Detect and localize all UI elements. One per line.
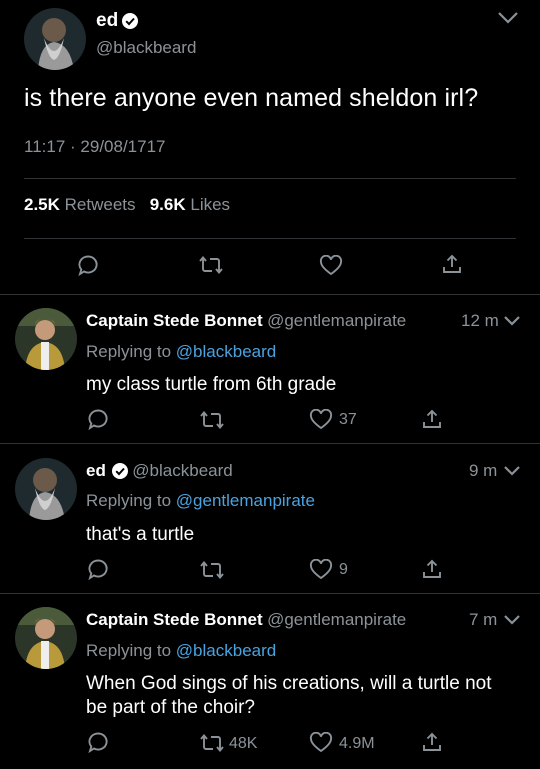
tweet-text: is there anyone even named sheldon irl? (24, 84, 479, 112)
chevron-down-icon[interactable] (503, 613, 521, 627)
retweets-count: 2.5K (24, 195, 60, 214)
retweet-count: 48K (229, 735, 258, 752)
replying-prefix: Replying to (86, 491, 172, 510)
retweets-stat[interactable]: 2.5K Retweets (24, 195, 136, 214)
retweet-icon[interactable] (198, 255, 224, 275)
reply-text: my class turtle from 6th grade (86, 374, 337, 395)
like-count: 37 (339, 411, 357, 428)
chevron-down-icon[interactable] (496, 10, 520, 26)
reply-author-name[interactable]: ed (86, 461, 106, 480)
likes-count: 9.6K (149, 195, 186, 214)
tweet-timestamp[interactable]: 11:17 · 29/08/1717 (24, 137, 166, 157)
share-icon[interactable] (441, 253, 463, 275)
reply-header: Captain Stede Bonnet @gentlemanpirate (86, 311, 406, 331)
reply-author-handle[interactable]: @gentlemanpirate (267, 610, 406, 629)
reply-icon[interactable] (87, 558, 109, 580)
retweet-icon[interactable] (199, 410, 225, 430)
share-icon[interactable] (421, 408, 443, 430)
reply-icon[interactable] (77, 254, 99, 276)
tweet-date: 29/08/1717 (80, 137, 166, 156)
engagement-stats: 2.5K Retweets 9.6K Likes (24, 195, 230, 215)
like-icon[interactable] (309, 559, 333, 580)
share-icon[interactable] (421, 558, 443, 580)
retweet-icon[interactable] (199, 560, 225, 580)
replying-to: Replying to @blackbeard (86, 641, 276, 661)
like-count: 4.9M (339, 735, 375, 752)
avatar-blackbeard[interactable] (24, 8, 86, 70)
reply-header: Captain Stede Bonnet @gentlemanpirate (86, 610, 406, 630)
reply-author-name[interactable]: Captain Stede Bonnet (86, 610, 263, 629)
reply-header: ed @blackbeard (86, 461, 233, 484)
divider (24, 238, 516, 239)
author-name[interactable]: ed (96, 10, 118, 31)
replying-to-link[interactable]: @gentlemanpirate (176, 491, 315, 510)
author-handle[interactable]: @blackbeard (96, 38, 196, 58)
like-icon[interactable] (309, 409, 333, 430)
meta-separator: · (70, 137, 76, 156)
reply-author-name[interactable]: Captain Stede Bonnet (86, 311, 263, 330)
divider (24, 178, 516, 179)
share-icon[interactable] (421, 731, 443, 753)
reply-time: 12 m (461, 311, 499, 330)
avatar-blackbeard[interactable] (15, 458, 77, 520)
replying-to: Replying to @gentlemanpirate (86, 491, 315, 511)
avatar-gentlemanpirate[interactable] (15, 607, 77, 669)
author-row: ed (96, 10, 139, 34)
retweet-icon[interactable] (199, 733, 225, 753)
avatar-gentlemanpirate[interactable] (15, 308, 77, 370)
reply-text: When God sings of his creations, will a … (86, 673, 492, 718)
divider (0, 443, 540, 444)
retweets-label: Retweets (64, 195, 136, 214)
like-icon[interactable] (309, 732, 333, 753)
like-count: 9 (339, 561, 348, 578)
reply-icon[interactable] (87, 408, 109, 430)
replying-to-link[interactable]: @blackbeard (176, 342, 276, 361)
reply-text: that's a turtle (86, 524, 195, 545)
chevron-down-icon[interactable] (503, 314, 521, 328)
tweet-time: 11:17 (24, 137, 66, 156)
verified-badge-icon (111, 463, 128, 484)
like-icon[interactable] (319, 255, 343, 276)
divider (0, 294, 540, 295)
likes-stat[interactable]: 9.6K Likes (150, 195, 230, 214)
chevron-down-icon[interactable] (503, 464, 521, 478)
replying-prefix: Replying to (86, 641, 172, 660)
divider (0, 593, 540, 594)
replying-to-link[interactable]: @blackbeard (176, 641, 276, 660)
reply-author-handle[interactable]: @blackbeard (132, 461, 232, 480)
reply-time: 9 m (469, 461, 498, 480)
replying-prefix: Replying to (86, 342, 172, 361)
reply-author-handle[interactable]: @gentlemanpirate (267, 311, 406, 330)
reply-icon[interactable] (87, 731, 109, 753)
verified-badge-icon (122, 13, 139, 34)
reply-time: 7 m (469, 610, 498, 629)
replying-to: Replying to @blackbeard (86, 342, 276, 362)
likes-label: Likes (190, 195, 231, 214)
